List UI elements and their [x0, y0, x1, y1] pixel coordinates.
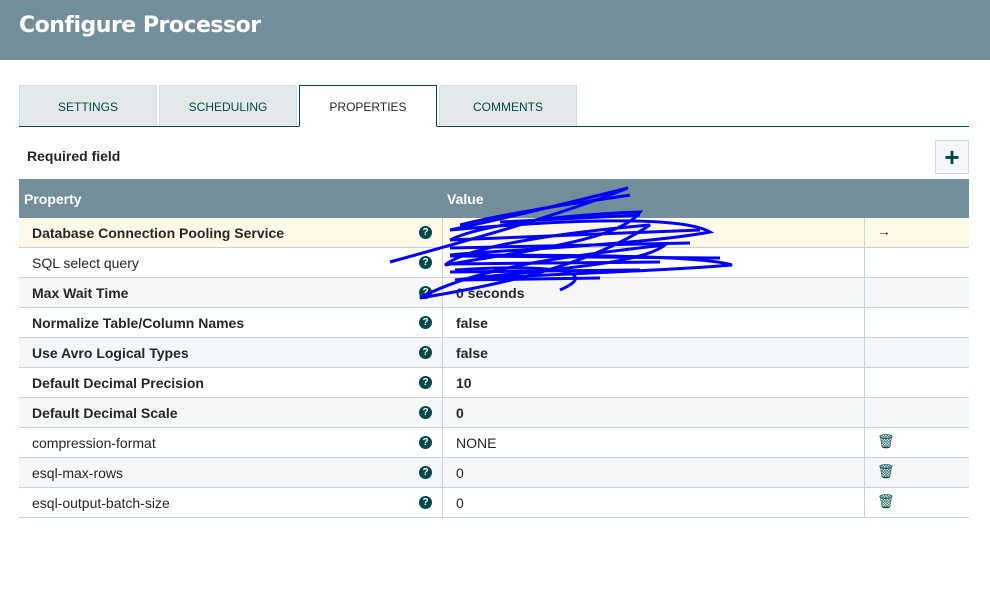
- property-value[interactable]: false: [442, 308, 865, 337]
- tab-properties[interactable]: PROPERTIES: [299, 85, 437, 127]
- table-row[interactable]: SQL select query ?: [19, 248, 969, 278]
- property-name: Default Decimal Precision: [32, 375, 204, 391]
- help-icon[interactable]: ?: [419, 256, 432, 269]
- property-value[interactable]: [442, 218, 865, 247]
- property-name: esql-max-rows: [32, 465, 124, 481]
- help-icon[interactable]: ?: [419, 286, 432, 299]
- go-to-service-icon[interactable]: →: [877, 223, 891, 239]
- help-icon[interactable]: ?: [419, 376, 432, 389]
- property-name: Normalize Table/Column Names: [32, 315, 245, 331]
- property-name: Use Avro Logical Types: [32, 345, 189, 361]
- table-row[interactable]: Use Avro Logical Types ? false: [19, 338, 969, 368]
- table-row[interactable]: esql-max-rows ? 0 🗑: [19, 458, 969, 488]
- property-value[interactable]: 0: [442, 458, 865, 487]
- properties-table: Property Value Database Connection Pooli…: [19, 179, 969, 518]
- required-field-label: Required field: [27, 148, 121, 164]
- table-row[interactable]: esql-output-batch-size ? 0 🗑: [19, 488, 969, 518]
- tab-settings[interactable]: SETTINGS: [19, 85, 157, 126]
- delete-icon[interactable]: 🗑: [877, 433, 895, 450]
- help-icon[interactable]: ?: [419, 316, 432, 329]
- add-property-button[interactable]: +: [935, 140, 969, 174]
- tab-scheduling[interactable]: SCHEDULING: [159, 85, 297, 126]
- table-row[interactable]: compression-format ? NONE 🗑: [19, 428, 969, 458]
- dialog-title: Configure Processor: [0, 0, 990, 60]
- property-value[interactable]: NONE: [442, 428, 865, 457]
- property-name: SQL select query: [32, 255, 139, 271]
- table-row[interactable]: Max Wait Time ? 0 seconds: [19, 278, 969, 308]
- property-name: esql-output-batch-size: [32, 495, 170, 511]
- help-icon[interactable]: ?: [419, 226, 432, 239]
- column-header-property[interactable]: Property: [24, 191, 82, 207]
- column-header-value[interactable]: Value: [447, 191, 484, 207]
- table-header: Property Value: [19, 179, 969, 218]
- property-name: Default Decimal Scale: [32, 405, 178, 421]
- property-name: Max Wait Time: [32, 285, 129, 301]
- table-row[interactable]: Default Decimal Scale ? 0: [19, 398, 969, 428]
- help-icon[interactable]: ?: [419, 346, 432, 359]
- property-name: Database Connection Pooling Service: [32, 225, 285, 241]
- property-value[interactable]: 0: [442, 398, 865, 427]
- property-name: compression-format: [32, 435, 156, 451]
- property-value[interactable]: 10: [442, 368, 865, 397]
- help-icon[interactable]: ?: [419, 466, 432, 479]
- delete-icon[interactable]: 🗑: [877, 493, 895, 510]
- help-icon[interactable]: ?: [419, 496, 432, 509]
- property-value[interactable]: 0: [442, 488, 865, 517]
- table-row[interactable]: Database Connection Pooling Service ? →: [19, 218, 969, 248]
- help-icon[interactable]: ?: [419, 406, 432, 419]
- table-row[interactable]: Normalize Table/Column Names ? false: [19, 308, 969, 338]
- table-row[interactable]: Default Decimal Precision ? 10: [19, 368, 969, 398]
- delete-icon[interactable]: 🗑: [877, 463, 895, 480]
- tab-comments[interactable]: COMMENTS: [439, 85, 577, 126]
- property-value[interactable]: [442, 248, 865, 277]
- help-icon[interactable]: ?: [419, 436, 432, 449]
- property-value[interactable]: false: [442, 338, 865, 367]
- property-value[interactable]: 0 seconds: [442, 278, 865, 307]
- tab-bar: SETTINGS SCHEDULING PROPERTIES COMMENTS: [19, 85, 969, 127]
